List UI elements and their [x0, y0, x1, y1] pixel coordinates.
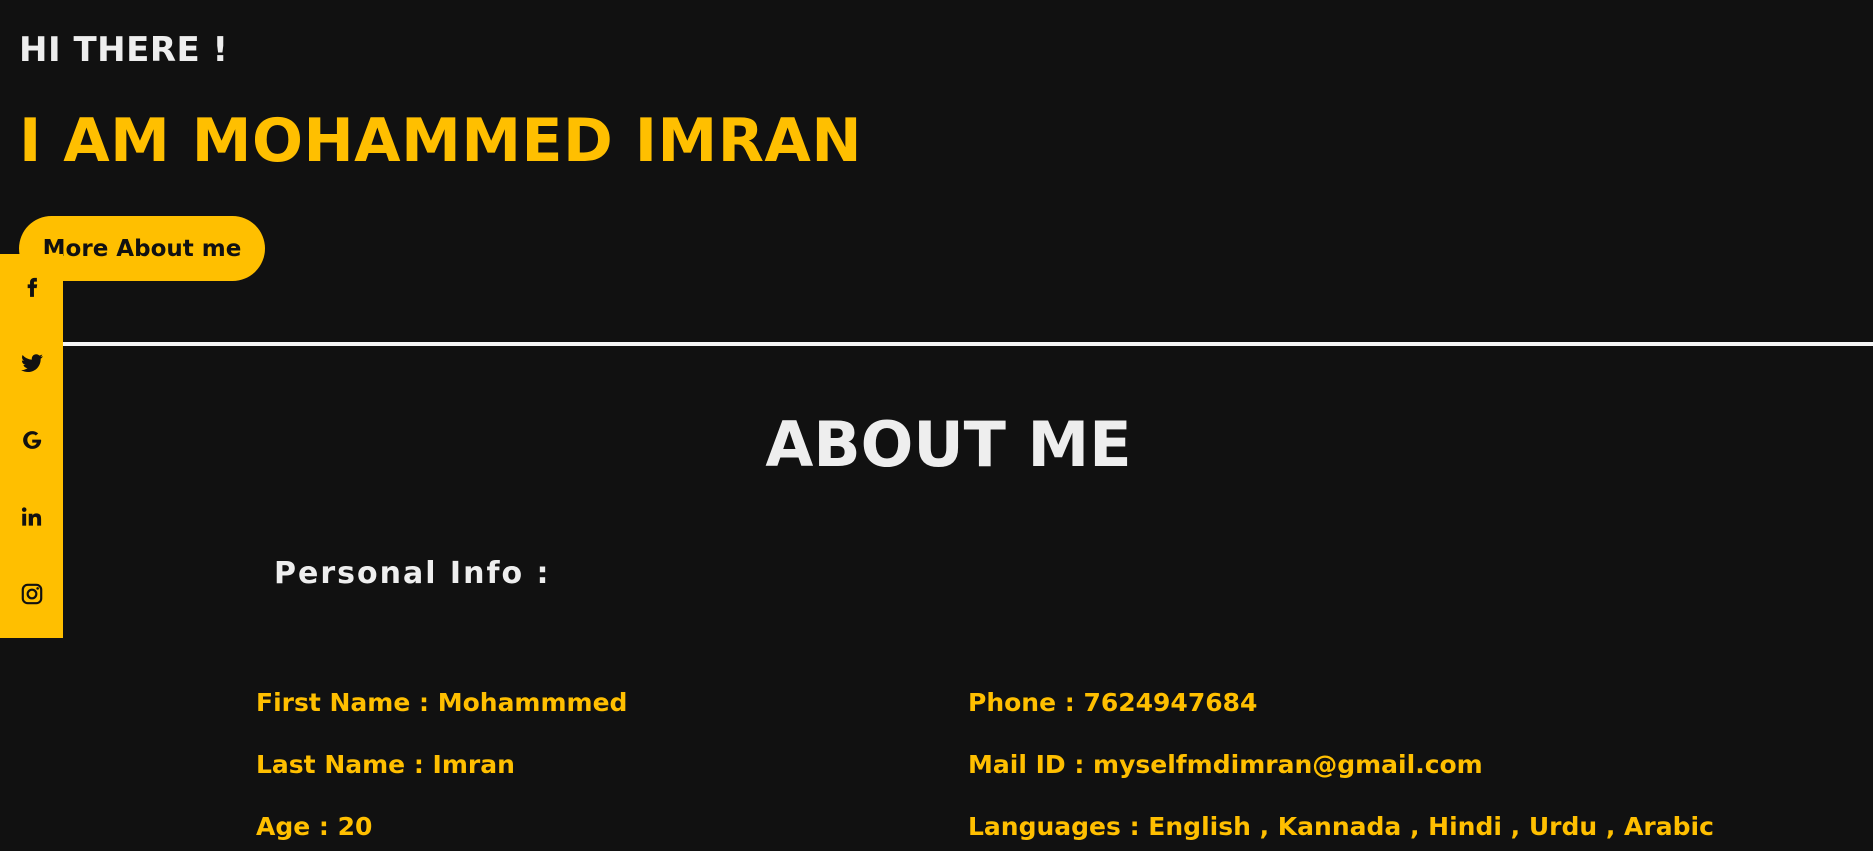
- facebook-icon: [27, 277, 37, 297]
- phone-info: Phone : 7624947684: [968, 688, 1258, 717]
- first-name-info: First Name : Mohammmed: [256, 688, 628, 717]
- section-divider: [0, 342, 1873, 346]
- languages-info: Languages : English , Kannada , Hindi , …: [968, 812, 1714, 841]
- page: HI THERE ! I AM MOHAMMED IMRAN More Abou…: [0, 0, 1873, 851]
- greeting-text: HI THERE !: [19, 30, 229, 70]
- linkedin-icon: [21, 507, 41, 526]
- age-info: Age : 20: [256, 812, 373, 841]
- instagram-icon: [21, 583, 42, 605]
- social-sidebar: [0, 254, 63, 638]
- facebook-link[interactable]: [0, 256, 63, 316]
- twitter-icon: [20, 354, 43, 372]
- mail-info: Mail ID : myselfmdimran@gmail.com: [968, 750, 1483, 779]
- linkedin-link[interactable]: [0, 487, 63, 547]
- google-icon: [22, 431, 41, 449]
- instagram-link[interactable]: [0, 564, 63, 624]
- personal-info-heading: Personal Info :: [274, 556, 551, 591]
- twitter-link[interactable]: [0, 333, 63, 393]
- last-name-info: Last Name : Imran: [256, 750, 515, 779]
- hero-name-heading: I AM MOHAMMED IMRAN: [19, 106, 863, 176]
- about-me-heading: ABOUT ME: [765, 408, 1132, 481]
- google-link[interactable]: [0, 410, 63, 470]
